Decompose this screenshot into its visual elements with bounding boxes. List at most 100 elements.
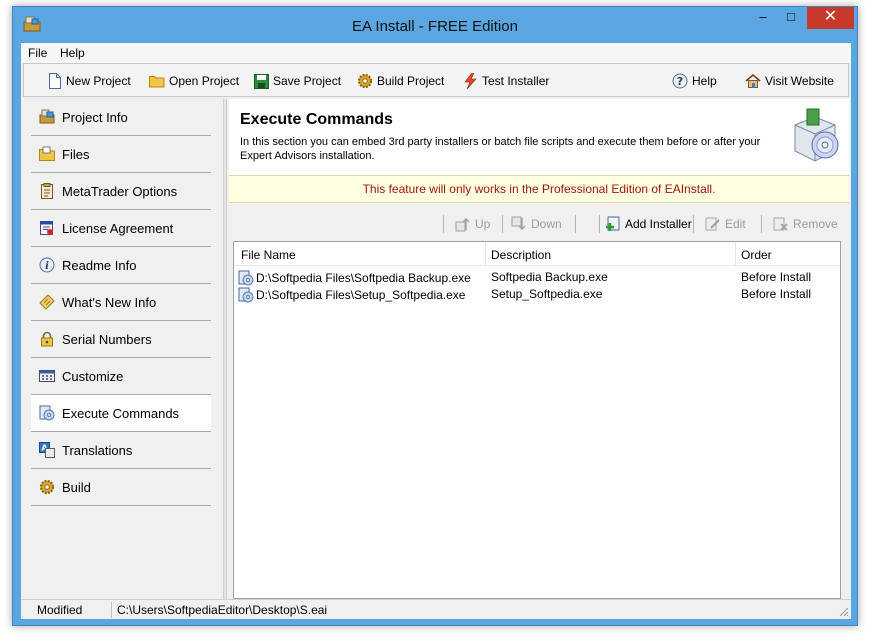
column-order[interactable]: Order (741, 248, 772, 262)
edit-label: Edit (725, 217, 746, 231)
lock-icon (39, 331, 55, 347)
toolbar-separator (599, 215, 600, 233)
toolbar-separator (443, 215, 444, 233)
sidebar-item-label: MetaTrader Options (62, 183, 178, 199)
save-project-button[interactable]: Save Project (254, 72, 341, 90)
sidebar-item-label: Serial Numbers (62, 331, 152, 347)
commands-table[interactable]: File Name Description Order D:\Softpedia… (233, 241, 841, 599)
move-up-label: Up (475, 217, 491, 231)
maximize-button[interactable]: □ (777, 7, 805, 29)
project-info-icon (39, 109, 55, 125)
column-file-name[interactable]: File Name (241, 248, 296, 262)
execute-commands-icon (39, 405, 55, 421)
home-icon (745, 73, 761, 88)
move-up-button[interactable]: Up (455, 215, 490, 233)
table-row[interactable]: D:\Softpedia Files\Setup_Softpedia.exe S… (234, 285, 840, 303)
floppy-disk-icon (254, 73, 269, 89)
toolbar-separator (693, 215, 694, 233)
sidebar-item-label: Translations (62, 442, 133, 458)
sidebar-item-readme-info[interactable]: i Readme Info (31, 247, 211, 284)
test-installer-button[interactable]: Test Installer (464, 72, 549, 90)
new-project-button[interactable]: New Project (48, 72, 131, 90)
file-path: D:\Softpedia Files\Softpedia Backup.exe (256, 271, 471, 285)
metatrader-options-icon (39, 183, 55, 199)
new-document-icon (49, 73, 61, 89)
toolbar-separator (761, 215, 762, 233)
column-divider[interactable] (735, 242, 736, 265)
page-description: In this section you can embed 3rd party … (240, 136, 761, 162)
sidebar-item-label: Project Info (62, 109, 128, 125)
arrow-up-icon (455, 218, 470, 232)
sidebar-item-build[interactable]: Build (31, 469, 211, 506)
window-title: EA Install - FREE Edition (352, 18, 518, 35)
executable-file-icon (238, 270, 254, 286)
help-button[interactable]: ? Help (672, 72, 717, 90)
description-cell: Softpedia Backup.exe (491, 270, 608, 284)
info-icon: i (39, 257, 55, 273)
menu-help[interactable]: Help (60, 46, 85, 60)
page-title: Execute Commands (240, 111, 393, 128)
move-down-button[interactable]: Down (511, 215, 562, 233)
column-divider[interactable] (485, 242, 486, 265)
translations-icon: A (39, 442, 55, 458)
remove-icon (773, 217, 788, 231)
sidebar-item-execute-commands[interactable]: Execute Commands (31, 395, 211, 432)
build-project-button[interactable]: Build Project (357, 72, 444, 90)
visit-website-label: Visit Website (765, 74, 834, 88)
app-window: EA Install - FREE Edition – □ ✕ File Hel… (12, 6, 858, 626)
toolbar-separator (502, 215, 503, 233)
title-bar[interactable]: EA Install - FREE Edition – □ ✕ (13, 7, 857, 43)
file-path: D:\Softpedia Files\Setup_Softpedia.exe (256, 288, 466, 302)
column-description[interactable]: Description (491, 248, 551, 262)
sidebar-item-customize[interactable]: Customize (31, 358, 211, 395)
gear-icon (357, 73, 373, 89)
commands-toolbar: Up Down Add Installer Edit Remove (229, 205, 849, 241)
edition-notice: This feature will only works in the Prof… (229, 175, 849, 203)
files-icon (39, 146, 55, 162)
add-installer-button[interactable]: Add Installer (605, 215, 692, 233)
status-modified: Modified (37, 603, 83, 617)
svg-text:i: i (45, 261, 49, 272)
open-project-button[interactable]: Open Project (149, 72, 239, 90)
lightning-icon (464, 73, 477, 89)
status-bar: Modified C:\Users\SoftpediaEditor\Deskto… (21, 599, 851, 619)
table-row[interactable]: D:\Softpedia Files\Softpedia Backup.exe … (234, 268, 840, 286)
whats-new-icon (39, 294, 55, 310)
sidebar-item-metatrader-options[interactable]: MetaTrader Options (31, 173, 211, 210)
sidebar-item-whats-new-info[interactable]: What's New Info (31, 284, 211, 321)
minimize-button[interactable]: – (749, 7, 777, 29)
sidebar: Project Info Files MetaTrader Options Li… (21, 99, 223, 599)
add-installer-label: Add Installer (625, 217, 692, 231)
status-file-path: C:\Users\SoftpediaEditor\Desktop\S.eai (117, 603, 328, 617)
test-installer-label: Test Installer (482, 74, 550, 88)
remove-button[interactable]: Remove (773, 215, 838, 233)
sidebar-item-project-info[interactable]: Project Info (31, 99, 211, 136)
file-name-cell: D:\Softpedia Files\Softpedia Backup.exe (238, 270, 471, 286)
visit-website-button[interactable]: Visit Website (745, 72, 834, 90)
executable-file-icon (238, 287, 254, 303)
description-cell: Setup_Softpedia.exe (491, 287, 603, 301)
sidebar-item-files[interactable]: Files (31, 136, 211, 173)
panel-splitter[interactable] (223, 99, 227, 599)
menu-bar: File Help (21, 43, 851, 63)
close-button[interactable]: ✕ (807, 7, 854, 29)
sidebar-item-serial-numbers[interactable]: Serial Numbers (31, 321, 211, 358)
sidebar-item-label: Execute Commands (62, 405, 180, 421)
edit-button[interactable]: Edit (705, 215, 746, 233)
resize-grip-icon[interactable] (839, 607, 849, 617)
gear-icon (39, 479, 55, 495)
sidebar-item-label: Build (62, 479, 91, 495)
main-panel: Execute Commands In this section you can… (229, 99, 849, 599)
remove-label: Remove (793, 217, 838, 231)
sidebar-item-license-agreement[interactable]: License Agreement (31, 210, 211, 247)
arrow-down-icon (511, 216, 526, 230)
sidebar-item-translations[interactable]: A Translations (31, 432, 211, 469)
order-cell: Before Install (741, 287, 812, 301)
sidebar-item-label: Customize (62, 368, 124, 384)
add-icon (606, 216, 620, 231)
menu-file[interactable]: File (28, 46, 47, 60)
section-header: Execute Commands In this section you can… (229, 99, 849, 175)
move-down-label: Down (531, 217, 562, 231)
client-area: File Help New Project Open Project Save … (21, 43, 851, 619)
open-project-label: Open Project (169, 74, 240, 88)
